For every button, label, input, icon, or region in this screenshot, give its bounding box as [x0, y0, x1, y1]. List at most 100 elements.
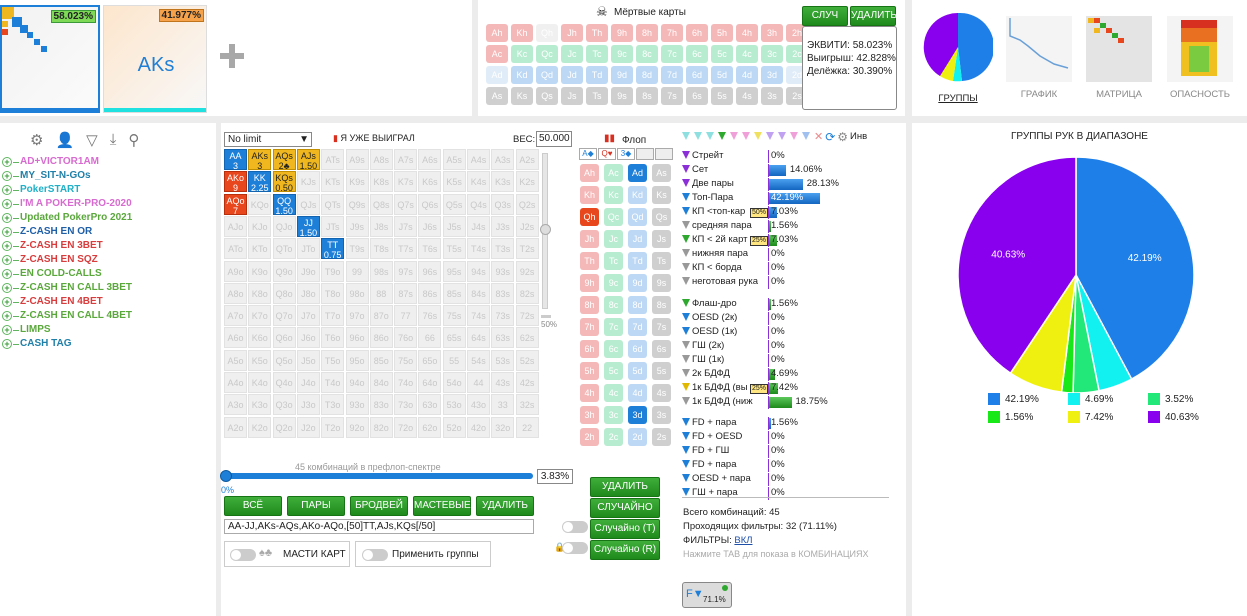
hand-cell[interactable]: 86o [369, 327, 393, 349]
flop-card[interactable]: 2d [628, 428, 647, 446]
dead-card[interactable]: Ts [586, 87, 608, 105]
flop-random-button[interactable]: СЛУЧАЙНО [590, 498, 660, 518]
hand-cell[interactable]: J4s [467, 215, 490, 237]
hand-cell[interactable]: K5o [248, 349, 272, 371]
hand-cell[interactable]: J6s [418, 215, 442, 237]
dead-card[interactable]: Td [586, 66, 608, 84]
hand-cell[interactable]: Q4s [467, 193, 490, 215]
dead-card[interactable]: 4h [736, 24, 758, 42]
hand-cell[interactable]: K9o [248, 260, 272, 282]
flop-card[interactable]: Ks [652, 186, 671, 204]
flop-card[interactable]: 6h [580, 340, 599, 358]
dead-card[interactable]: 6s [686, 87, 708, 105]
hand-cell[interactable]: KQs 0.50 [272, 171, 296, 193]
hand-cell[interactable]: JJ 1.50 [296, 215, 320, 238]
dead-card[interactable]: Kh [511, 24, 533, 42]
tab-danger[interactable]: ОПАСНОСТЬ [1164, 16, 1236, 106]
hand-cell[interactable]: 86s [418, 282, 442, 304]
hand-cell[interactable]: 64o [418, 372, 442, 393]
hand-cell[interactable]: J3o [296, 394, 320, 416]
hand-cell[interactable]: A3s [491, 149, 515, 170]
hand-cell[interactable]: 99 [345, 260, 369, 282]
flop-card[interactable]: 6c [604, 340, 623, 358]
hand-cell[interactable]: AA 3 [224, 149, 247, 171]
hand-cell[interactable]: T8o [321, 282, 345, 304]
hand-cell[interactable]: 62s [515, 327, 539, 349]
flop-card[interactable]: 4h [580, 384, 599, 402]
hand-cell[interactable]: K7o [248, 305, 272, 327]
search-icon[interactable]: ⚲ [128, 131, 139, 151]
flop-card[interactable]: Qc [604, 208, 623, 226]
hand-cell[interactable]: ATs [321, 149, 345, 170]
hand-cell[interactable]: Q2s [515, 193, 539, 215]
dead-card[interactable]: Ad [486, 66, 508, 84]
hand-cell[interactable]: K6s [418, 171, 442, 193]
dead-card[interactable]: 9c [611, 45, 633, 63]
hand-cell[interactable]: A7s [394, 149, 418, 170]
hand-cell[interactable]: A9s [345, 149, 369, 170]
preflop-slider-handle[interactable] [220, 470, 232, 482]
flop-card[interactable]: 7d [628, 318, 647, 336]
random-t-button[interactable]: Случайно (T) [590, 519, 660, 539]
expand-icon[interactable]: + [2, 241, 12, 251]
hand-cell[interactable]: J9s [345, 215, 369, 237]
dead-card[interactable]: 3c [761, 45, 783, 63]
dead-card[interactable]: 7c [661, 45, 683, 63]
filter-row[interactable]: Сет [682, 163, 768, 177]
tree-item[interactable]: + CASH TAG [2, 337, 214, 351]
hand-cell[interactable]: T3o [321, 394, 345, 416]
suits-toggle[interactable] [230, 549, 256, 561]
hand-cell[interactable]: 83s [491, 282, 515, 304]
hand-cell[interactable]: J7s [394, 215, 418, 237]
dead-card[interactable]: Qd [536, 66, 558, 84]
matrix-button[interactable]: БРОДВЕЙ [350, 496, 408, 516]
refresh-icon[interactable]: ⟳ [825, 131, 835, 143]
flop-card[interactable]: Qd [628, 208, 647, 226]
hand-cell[interactable]: Q6s [418, 193, 442, 215]
expand-icon[interactable]: + [2, 157, 12, 167]
flop-slot-4[interactable] [636, 148, 654, 160]
dead-card[interactable]: 7d [661, 66, 683, 84]
hand-cell[interactable]: 94o [345, 372, 369, 393]
hand-cell[interactable]: QTs [321, 193, 345, 215]
flop-card[interactable]: Qs [652, 208, 671, 226]
hand-cell[interactable]: A8s [369, 149, 393, 170]
filter-badge[interactable]: F▼ 71.1% [682, 582, 732, 608]
filter-row[interactable]: FD + пара [682, 416, 768, 430]
filter-row[interactable]: FD + пара [682, 458, 768, 472]
hand-cell[interactable]: T4o [321, 372, 345, 393]
hand-cell[interactable]: A5o [224, 349, 247, 371]
hand-cell[interactable]: 93s [491, 260, 515, 282]
filter-row[interactable]: Стрейт [682, 149, 768, 163]
hand-cell[interactable]: J5o [296, 349, 320, 371]
hand-cell[interactable]: 76s [418, 305, 442, 327]
tab-graph[interactable]: ГРАФИК [1004, 16, 1074, 106]
flop-card[interactable]: 3d [628, 406, 647, 424]
hand-cell[interactable]: AJs 1.50 [296, 149, 320, 171]
flop-card[interactable]: Jd [628, 230, 647, 248]
flop-card[interactable]: 7h [580, 318, 599, 336]
hand-cell[interactable]: AQo 7 [224, 193, 247, 216]
hand-cell[interactable]: 54s [467, 349, 490, 371]
expand-icon[interactable]: + [2, 199, 12, 209]
hand-cell[interactable]: AJo [224, 215, 247, 237]
dead-card[interactable]: Qh [536, 24, 558, 42]
flop-card[interactable]: Ad [628, 164, 647, 182]
dead-card[interactable]: Qs [536, 87, 558, 105]
matrix-button[interactable]: МАСТЕВЫЕ [413, 496, 471, 516]
expand-icon[interactable]: + [2, 325, 12, 335]
hand-cell[interactable]: 95o [345, 349, 369, 371]
hand-cell[interactable]: 42o [467, 416, 490, 438]
tree-item[interactable]: + Z-CASH EN OR [2, 225, 214, 239]
hand-cell[interactable]: T4s [467, 238, 490, 260]
dead-card[interactable]: Ac [486, 45, 508, 63]
hand-cell[interactable]: 95s [442, 260, 466, 282]
weight-slider-handle[interactable] [540, 224, 551, 235]
flop-card[interactable]: 4d [628, 384, 647, 402]
hand-cell[interactable]: J9o [296, 260, 320, 282]
flop-card[interactable]: Th [580, 252, 599, 270]
hand-cell[interactable]: K2o [248, 416, 272, 438]
flop-slot-5[interactable] [655, 148, 673, 160]
hand-cell[interactable]: A2s [515, 149, 539, 170]
hand-cell[interactable]: 22 [515, 416, 539, 438]
